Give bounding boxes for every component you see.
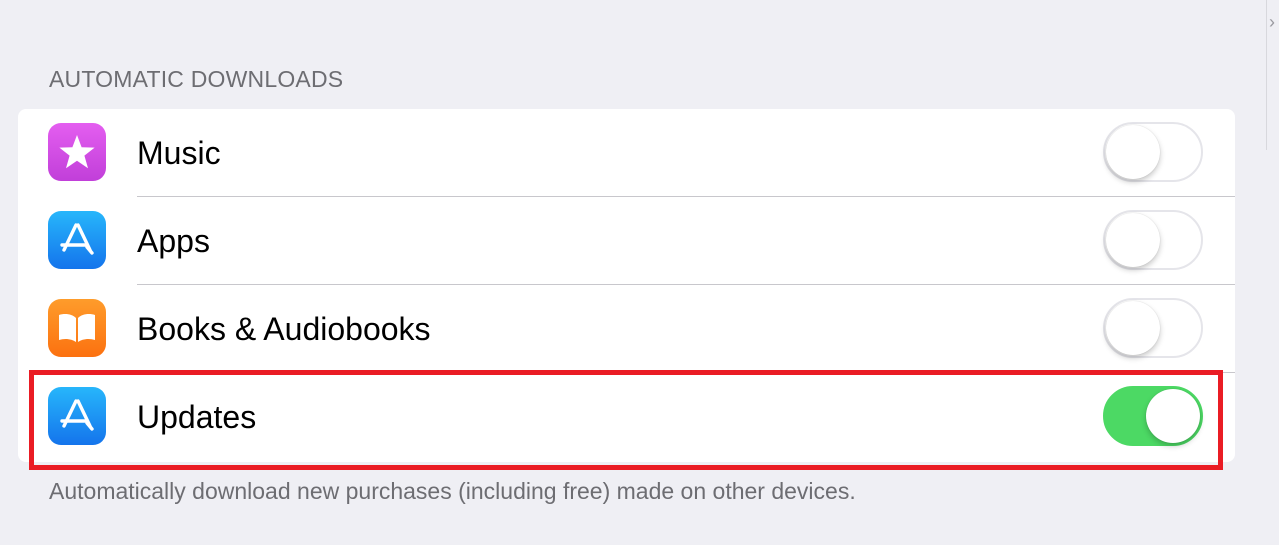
section-header: AUTOMATIC DOWNLOADS	[49, 66, 344, 92]
row-music: Music	[18, 109, 1235, 197]
app-store-icon	[48, 387, 106, 445]
toggle-knob	[1106, 301, 1160, 355]
toggle-knob	[1106, 213, 1160, 267]
books-toggle[interactable]	[1103, 298, 1203, 358]
row-label-updates: Updates	[137, 399, 257, 435]
apps-toggle[interactable]	[1103, 210, 1203, 270]
row-apps: Apps	[18, 197, 1235, 285]
updates-toggle[interactable]	[1103, 386, 1203, 446]
music-toggle[interactable]	[1103, 122, 1203, 182]
app-store-icon	[48, 211, 106, 269]
itunes-star-icon	[48, 123, 106, 181]
split-view-divider	[1266, 0, 1267, 150]
row-books: Books & Audiobooks	[18, 285, 1235, 373]
row-label-apps: Apps	[137, 223, 210, 259]
settings-group: Music Apps Books & Audiobooks Updates	[18, 109, 1235, 462]
row-label-books: Books & Audiobooks	[137, 311, 431, 347]
books-icon	[48, 299, 106, 357]
section-footer: Automatically download new purchases (in…	[49, 478, 856, 504]
row-updates: Updates	[18, 373, 1235, 461]
toggle-knob	[1106, 125, 1160, 179]
chevron-right-icon: ›	[1269, 12, 1275, 32]
row-label-music: Music	[137, 135, 221, 171]
toggle-knob	[1146, 389, 1200, 443]
